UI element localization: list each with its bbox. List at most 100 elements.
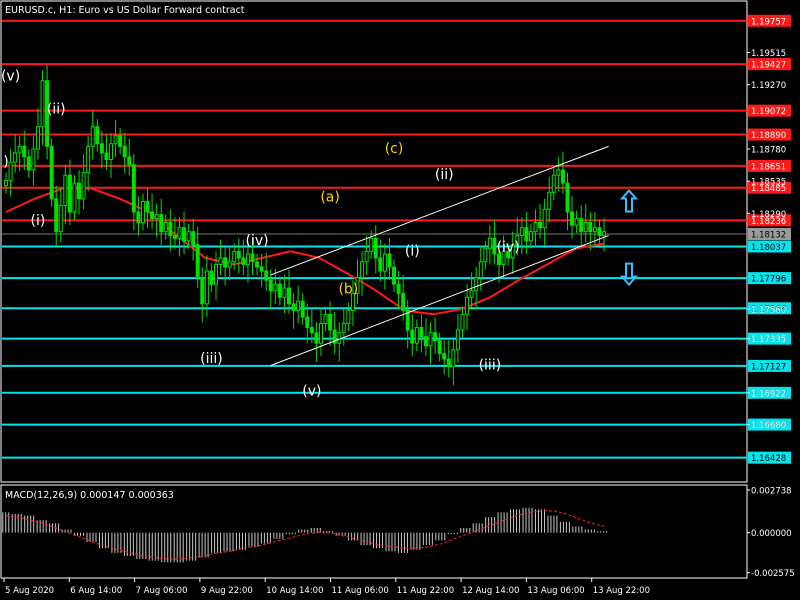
candle-body bbox=[487, 237, 492, 250]
candle-body bbox=[255, 261, 260, 268]
candle-body bbox=[478, 261, 483, 279]
candle-body bbox=[524, 227, 529, 242]
symbol-title: EURUSD.c, H1: Euro vs US Dollar Forward … bbox=[5, 5, 245, 16]
candle-body bbox=[282, 287, 287, 298]
candle-body bbox=[90, 126, 95, 147]
candle-body bbox=[318, 323, 323, 344]
y-tick-label-9: 1.16680 bbox=[751, 421, 786, 431]
price-axis: 1.197571.194271.190721.188901.186511.184… bbox=[747, 14, 791, 464]
candle-body bbox=[159, 214, 164, 233]
resistance-level-1-label: 1.19427 bbox=[751, 61, 786, 71]
candle-body bbox=[241, 257, 246, 265]
y-tick-label-3: 1.18535 bbox=[751, 178, 786, 188]
candle-body bbox=[401, 292, 406, 311]
resistance-level-3-label: 1.18890 bbox=[751, 131, 786, 141]
candle-body bbox=[250, 253, 255, 263]
candle-body bbox=[154, 214, 159, 220]
candle-body bbox=[560, 169, 565, 184]
candle-body bbox=[186, 231, 191, 242]
candle-body bbox=[538, 221, 543, 229]
candle-body bbox=[396, 283, 401, 294]
macd-title: MACD(12,26,9) 0.000147 0.000363 bbox=[5, 490, 174, 501]
candle-body bbox=[77, 182, 82, 200]
y-tick-label-4: 1.18290 bbox=[751, 210, 786, 220]
candle-body bbox=[8, 161, 13, 181]
x-tick-label-9: 13 Aug 22:00 bbox=[593, 586, 650, 596]
candle-body bbox=[26, 156, 31, 171]
candle-body bbox=[314, 332, 319, 344]
candle-body bbox=[588, 221, 593, 233]
wave-label-12: (iv) bbox=[497, 239, 520, 255]
resistance-level-4-label: 1.18651 bbox=[751, 162, 786, 172]
wave-label-3: (ii) bbox=[47, 102, 66, 118]
candle-body bbox=[309, 326, 314, 334]
candle-body bbox=[446, 358, 451, 368]
candle-body bbox=[122, 145, 127, 158]
candle-body bbox=[451, 349, 456, 368]
candle-body bbox=[291, 303, 296, 311]
candle-body bbox=[67, 174, 72, 213]
y-tick-label-1: 1.19270 bbox=[751, 81, 786, 91]
candle-body bbox=[583, 221, 588, 233]
candle-body bbox=[163, 221, 168, 233]
candle-body bbox=[223, 257, 228, 268]
candle-body bbox=[232, 250, 237, 263]
candle-body bbox=[323, 313, 328, 325]
candle-body bbox=[127, 156, 132, 166]
candle-body bbox=[81, 172, 86, 200]
candle-body bbox=[99, 143, 104, 154]
candle-body bbox=[492, 237, 497, 255]
candle-body bbox=[118, 135, 123, 147]
candle-body bbox=[86, 145, 91, 174]
support-level-1-label: 1.17796 bbox=[751, 275, 786, 285]
candle-body bbox=[592, 227, 597, 233]
candle-body bbox=[547, 191, 552, 210]
candle-body bbox=[213, 263, 218, 285]
current-price-label: 1.18132 bbox=[751, 231, 786, 241]
candle-body bbox=[428, 332, 433, 347]
candle-body bbox=[204, 270, 209, 305]
candle-body bbox=[182, 227, 187, 242]
candle-body bbox=[140, 200, 145, 223]
candle-body bbox=[63, 174, 68, 206]
candle-body bbox=[474, 277, 479, 292]
candle-body bbox=[172, 235, 177, 239]
candle-body bbox=[268, 279, 273, 292]
macd-y-label-2: -0.002575 bbox=[751, 569, 795, 579]
support-level-7-label: 1.16428 bbox=[751, 454, 786, 464]
candle-body bbox=[4, 179, 8, 187]
x-tick-label-6: 11 Aug 22:00 bbox=[397, 586, 454, 596]
candle-body bbox=[218, 257, 223, 265]
candle-body bbox=[17, 145, 22, 154]
candle-body bbox=[337, 332, 342, 344]
candle-body bbox=[519, 227, 524, 237]
macd-y-label-1: 0.000000 bbox=[751, 529, 792, 539]
candle-body bbox=[200, 277, 205, 305]
candle-body bbox=[597, 227, 602, 237]
candle-body bbox=[570, 211, 575, 226]
candle-body bbox=[236, 250, 241, 259]
candle-body bbox=[460, 313, 465, 331]
candle-body bbox=[341, 323, 346, 334]
candle-body bbox=[419, 326, 424, 338]
wave-label-0: (v) bbox=[1, 69, 20, 85]
candle-body bbox=[373, 237, 378, 259]
candle-body bbox=[305, 316, 310, 328]
y-tick-label-8: 1.16922 bbox=[751, 389, 786, 399]
wave-label-8: (b) bbox=[338, 281, 358, 297]
candle-body bbox=[273, 283, 278, 292]
candle-body bbox=[227, 261, 232, 268]
y-tick-label-2: 1.18780 bbox=[751, 145, 786, 155]
candle-body bbox=[58, 204, 63, 233]
x-tick-label-5: 11 Aug 06:00 bbox=[332, 586, 389, 596]
wave-label-5: (iv) bbox=[246, 233, 269, 249]
candle-body bbox=[131, 164, 136, 213]
candle-body bbox=[579, 218, 584, 233]
candle-body bbox=[392, 266, 397, 285]
candle-body bbox=[387, 253, 392, 268]
candle-body bbox=[433, 332, 438, 342]
candle-body bbox=[442, 353, 447, 360]
candle-body bbox=[31, 148, 36, 171]
candle-body bbox=[95, 126, 100, 145]
candle-body bbox=[574, 218, 579, 226]
